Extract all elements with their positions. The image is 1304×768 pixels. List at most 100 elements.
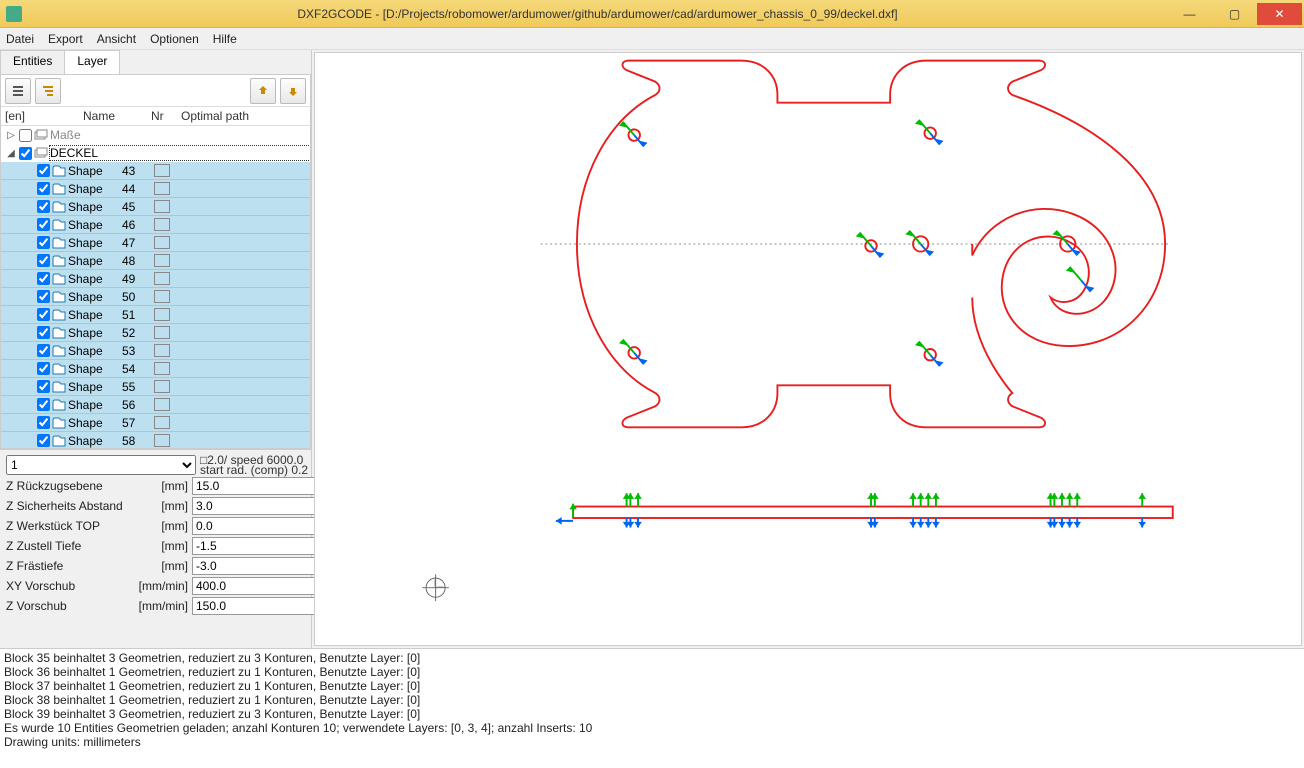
- optimal-path-checkbox[interactable]: [154, 398, 170, 411]
- log-line: Es wurde 10 Entities Geometrien geladen;…: [4, 721, 1300, 735]
- param-label: Z Frästiefe: [6, 559, 136, 573]
- shape-row[interactable]: Shape 58: [1, 432, 310, 448]
- menu-export[interactable]: Export: [48, 32, 83, 46]
- shape-checkbox[interactable]: [37, 344, 50, 357]
- shape-row[interactable]: Shape 49: [1, 270, 310, 288]
- menu-ansicht[interactable]: Ansicht: [97, 32, 136, 46]
- optimal-path-checkbox[interactable]: [154, 416, 170, 429]
- minimize-button[interactable]: —: [1167, 3, 1212, 25]
- shape-checkbox[interactable]: [37, 398, 50, 411]
- expand-all-button[interactable]: [35, 78, 61, 104]
- shape-name: Shape: [68, 200, 122, 214]
- col-name: Name: [83, 109, 151, 123]
- shape-nr: 45: [122, 200, 148, 214]
- shape-name: Shape: [68, 290, 122, 304]
- titlebar: DXF2GCODE - [D:/Projects/robomower/ardum…: [0, 0, 1304, 28]
- param-unit: [mm]: [136, 519, 192, 533]
- shape-checkbox[interactable]: [37, 434, 50, 447]
- shape-nr: 57: [122, 416, 148, 430]
- shape-checkbox[interactable]: [37, 164, 50, 177]
- shape-checkbox[interactable]: [37, 236, 50, 249]
- optimal-path-checkbox[interactable]: [154, 326, 170, 339]
- shape-checkbox[interactable]: [37, 200, 50, 213]
- shape-checkbox[interactable]: [37, 326, 50, 339]
- layer-checkbox[interactable]: [19, 129, 32, 142]
- optimal-path-checkbox[interactable]: [154, 434, 170, 447]
- optimal-path-checkbox[interactable]: [154, 272, 170, 285]
- shape-row[interactable]: Shape 47: [1, 234, 310, 252]
- param-unit: [mm]: [136, 559, 192, 573]
- shape-row[interactable]: Shape 51: [1, 306, 310, 324]
- optimal-path-checkbox[interactable]: [154, 254, 170, 267]
- log-line: Drawing units: millimeters: [4, 735, 1300, 749]
- shape-row[interactable]: Shape 56: [1, 396, 310, 414]
- shape-row[interactable]: Shape 57: [1, 414, 310, 432]
- shape-name: Shape: [68, 398, 122, 412]
- shape-checkbox[interactable]: [37, 254, 50, 267]
- drawing-canvas[interactable]: [314, 52, 1302, 646]
- layer-row[interactable]: ◢ DECKEL: [1, 144, 310, 162]
- layer-tree[interactable]: ▷ Maße◢ DECKEL Shape 43 Shape 44 Shape 4…: [1, 126, 310, 448]
- shape-name: Shape: [68, 236, 122, 250]
- shape-checkbox[interactable]: [37, 308, 50, 321]
- menu-datei[interactable]: Datei: [6, 32, 34, 46]
- params-panel: 1 □2.0/ speed 6000.0start rad. (comp) 0.…: [0, 449, 311, 622]
- shape-row[interactable]: Shape 55: [1, 378, 310, 396]
- optimal-path-checkbox[interactable]: [154, 380, 170, 393]
- move-down-button[interactable]: [280, 78, 306, 104]
- optimal-path-checkbox[interactable]: [154, 236, 170, 249]
- shape-row[interactable]: Shape 54: [1, 360, 310, 378]
- collapse-all-button[interactable]: [5, 78, 31, 104]
- shape-row[interactable]: Shape 45: [1, 198, 310, 216]
- log-line: Block 35 beinhaltet 3 Geometrien, reduzi…: [4, 651, 1300, 665]
- param-row: Z Werkstück TOP [mm]: [6, 516, 309, 536]
- optimal-path-checkbox[interactable]: [154, 182, 170, 195]
- optimal-path-checkbox[interactable]: [154, 362, 170, 375]
- param-label: Z Werkstück TOP: [6, 519, 136, 533]
- optimal-path-checkbox[interactable]: [154, 164, 170, 177]
- shape-row[interactable]: Shape 48: [1, 252, 310, 270]
- shape-checkbox[interactable]: [37, 416, 50, 429]
- shape-checkbox[interactable]: [37, 218, 50, 231]
- param-row: Z Vorschub [mm/min]: [6, 596, 309, 616]
- param-unit: [mm/min]: [136, 579, 192, 593]
- shape-checkbox[interactable]: [37, 290, 50, 303]
- left-panel: Entities Layer [en] Name Nr Optimal path…: [0, 50, 312, 648]
- shape-row[interactable]: Shape 46: [1, 216, 310, 234]
- shape-row[interactable]: Shape 43: [1, 162, 310, 180]
- shape-nr: 50: [122, 290, 148, 304]
- shape-name: Shape: [68, 218, 122, 232]
- log-panel[interactable]: Block 35 beinhaltet 3 Geometrien, reduzi…: [0, 648, 1304, 768]
- shape-nr: 54: [122, 362, 148, 376]
- layer-row[interactable]: ▷ Maße: [1, 126, 310, 144]
- shape-nr: 55: [122, 380, 148, 394]
- param-label: Z Rückzugsebene: [6, 479, 136, 493]
- tree-header: [en] Name Nr Optimal path: [1, 107, 310, 126]
- maximize-button[interactable]: ▢: [1212, 3, 1257, 25]
- menu-optionen[interactable]: Optionen: [150, 32, 199, 46]
- optimal-path-checkbox[interactable]: [154, 290, 170, 303]
- shape-name: Shape: [68, 272, 122, 286]
- param-row: Z Zustell Tiefe [mm]: [6, 536, 309, 556]
- optimal-path-checkbox[interactable]: [154, 344, 170, 357]
- optimal-path-checkbox[interactable]: [154, 308, 170, 321]
- shape-checkbox[interactable]: [37, 272, 50, 285]
- shape-row[interactable]: Shape 44: [1, 180, 310, 198]
- close-button[interactable]: ✕: [1257, 3, 1302, 25]
- tab-layer[interactable]: Layer: [64, 50, 120, 74]
- menu-hilfe[interactable]: Hilfe: [213, 32, 237, 46]
- tool-combo[interactable]: 1: [6, 455, 196, 475]
- optimal-path-checkbox[interactable]: [154, 200, 170, 213]
- tab-entities[interactable]: Entities: [0, 50, 65, 74]
- param-label: Z Vorschub: [6, 599, 136, 613]
- shape-row[interactable]: Shape 53: [1, 342, 310, 360]
- optimal-path-checkbox[interactable]: [154, 218, 170, 231]
- log-line: Block 39 beinhaltet 3 Geometrien, reduzi…: [4, 707, 1300, 721]
- move-up-button[interactable]: [250, 78, 276, 104]
- layer-checkbox[interactable]: [19, 147, 32, 160]
- shape-checkbox[interactable]: [37, 380, 50, 393]
- shape-row[interactable]: Shape 50: [1, 288, 310, 306]
- shape-row[interactable]: Shape 52: [1, 324, 310, 342]
- shape-checkbox[interactable]: [37, 182, 50, 195]
- shape-checkbox[interactable]: [37, 362, 50, 375]
